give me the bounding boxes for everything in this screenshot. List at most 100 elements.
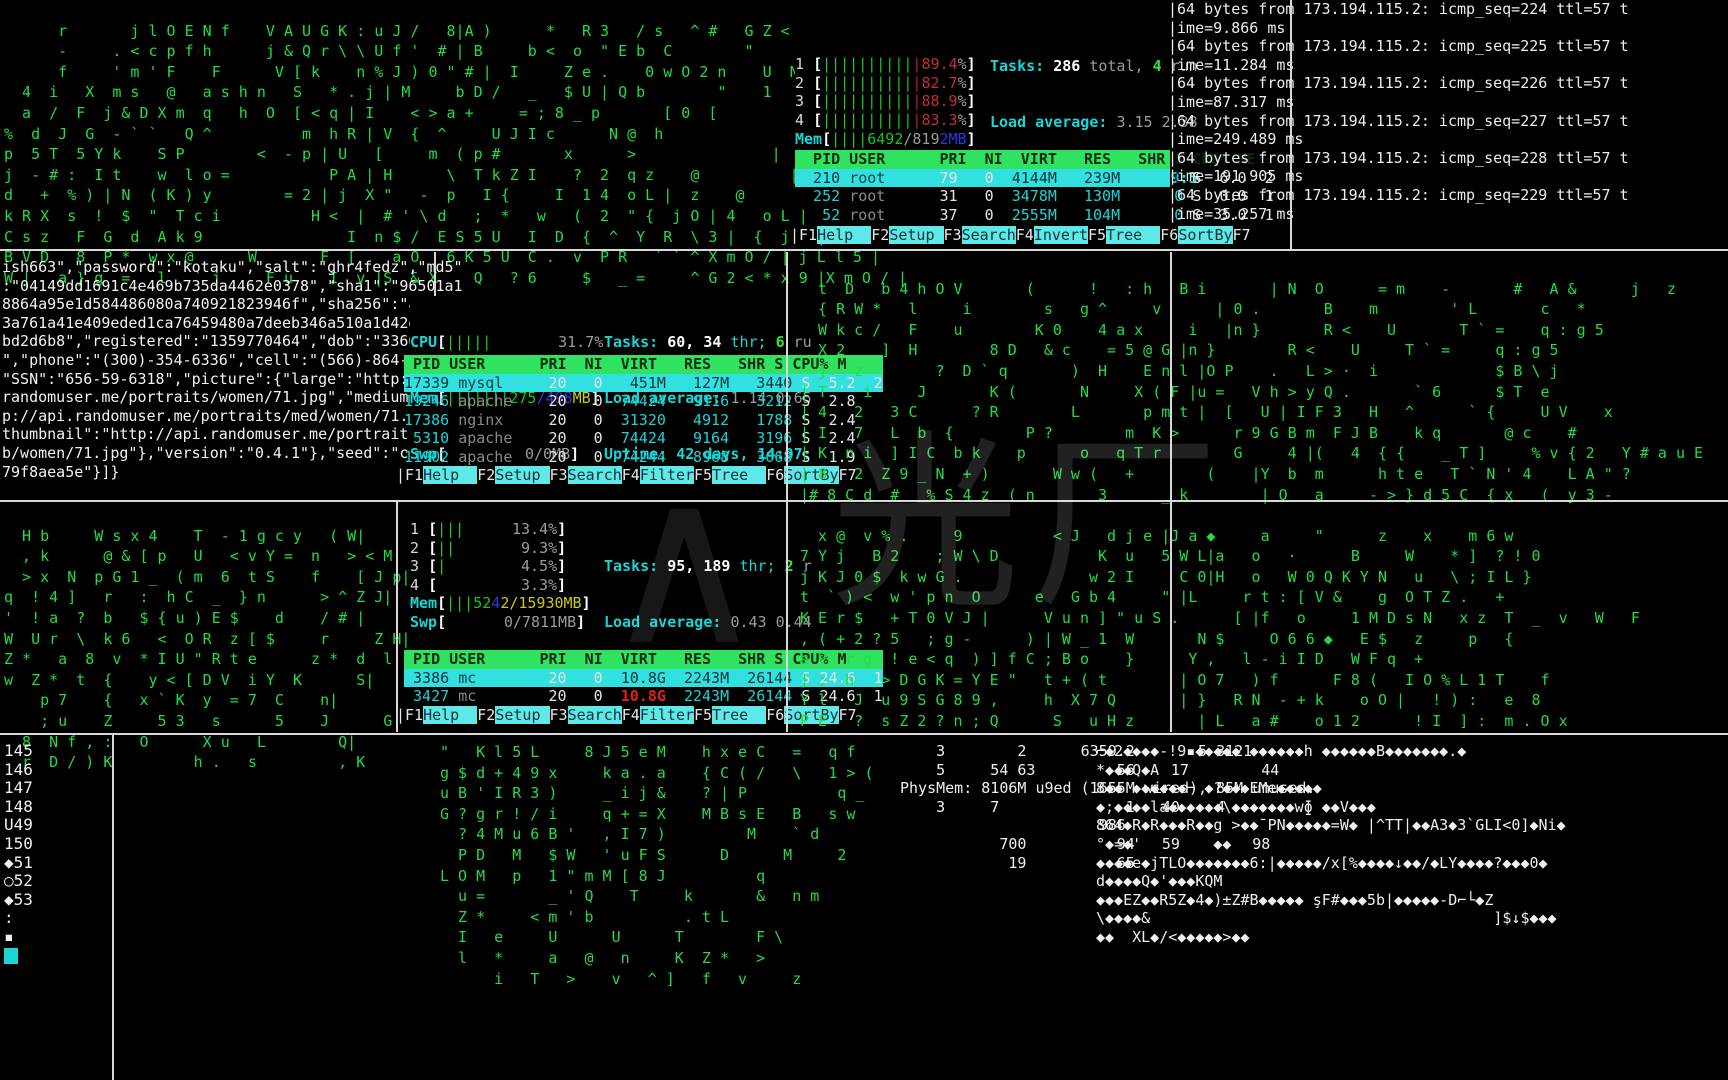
rain-line: P D M $ W ' u F S D M 2 [440, 845, 847, 864]
fkey-f1-key[interactable]: F1 [405, 706, 424, 724]
divider-vert-row1 [1290, 0, 1292, 249]
table-row[interactable]: 252 root 31 0 3478M 130M 0 S 0.0 1 [795, 187, 1274, 206]
matrix-rain-bottom-mid: " K l 5 L 8 J 5 e M h x e C = q f g $ d +… [440, 742, 873, 989]
rain-line: " K l 5 L 8 J 5 e M h x e C = q f [440, 743, 856, 761]
fkey-f4-key[interactable]: F4 [621, 466, 640, 484]
divider-vert-row3-far [1170, 502, 1172, 732]
fkey-f3-key[interactable]: F3 [549, 706, 568, 724]
tasks-running: 4 [1152, 57, 1162, 76]
cpu-meter-3-3: 3 [| 4.5%] [410, 557, 567, 576]
ping-line: |64 bytes from 173.194.115.2: icmp_seq=2… [1168, 185, 1629, 204]
fkey-f7-key[interactable]: F7 [1232, 226, 1251, 244]
divider-vert-row4-left [112, 735, 114, 1080]
ping-line: |64 bytes from 173.194.115.2: icmp_seq=2… [1168, 0, 1629, 18]
cpu-bar: ||||| [446, 333, 492, 352]
ping-line: |ime=249.489 ms [1168, 130, 1304, 149]
rain-line: L O M p 1 " m M [ 8 J q [440, 866, 766, 885]
fkey-f3-key[interactable]: F3 [943, 226, 962, 244]
fkey-f3-label[interactable]: Search [567, 706, 622, 724]
ping-line: |ime=9.866 ms [1168, 18, 1286, 37]
htop-panel-1-table[interactable]: PID USER PRI NI VIRT RES SHR S CPU% ME 2… [795, 150, 1274, 225]
fkey-pipe: | [396, 466, 406, 484]
htop-panel-3: 1 [||| 13.4%] 2 [|| 9.3%] 3 [| 4.5%] 4 [3.3%] M… [410, 520, 591, 632]
tasks-running-2: 6 [775, 333, 785, 352]
line-number: 147 [4, 778, 33, 798]
fkey-f2-key[interactable]: F2 [477, 706, 496, 724]
tasks-total-2: 60, [667, 333, 695, 352]
garbled-line: \◆◆◆◆& ]$↓$◆◆◆ [1096, 909, 1557, 928]
cpu-meter-3-2: 2 [|| 9.3%] [410, 538, 567, 557]
fkey-f4-label[interactable]: Invert [1033, 226, 1089, 244]
garbled-line: 864◆R◆R◆◆◆R◆◆g >◆◆¯PN◆◆◆◆◆=W◆ |^TT|◆◆A3◆… [1096, 816, 1566, 835]
fkey-f3-label[interactable]: Search [961, 226, 1016, 244]
cpu-meter-3-4: 4 [3.3%] [410, 575, 567, 594]
json-line: ","phone":"(300)-354-6336","cell":"(566)… [2, 350, 463, 369]
divider-vert-row3-left [396, 502, 398, 732]
ping-line: |64 bytes from 173.194.115.2: icmp_seq=2… [1168, 37, 1629, 56]
ping-line: |64 bytes from 173.194.115.2: icmp_seq=2… [1168, 148, 1629, 167]
tasks-thr-suffix-2: thr; [730, 333, 767, 352]
fkey-f1-key[interactable]: F1 [799, 226, 818, 244]
line-number-gutter: 145 146 147 148 U49 150 ◆51 ○52 ◆53: ▪ [4, 741, 33, 947]
terminal-cursor[interactable] [4, 948, 18, 964]
fkey-f4-key[interactable]: F4 [621, 706, 640, 724]
fkey-f5-label[interactable]: Tree [712, 706, 767, 724]
fkey-f5-label[interactable]: Tree [1106, 226, 1161, 244]
json-dump-text: ish663","password":"kotaku","salt":"ghr4… [2, 258, 463, 481]
ping-line: |ime=35.257 ms [1168, 204, 1295, 223]
garbled-line: ⌐◆2◆◆◆◆-!9▪◆◆◆◆◆ ◆◆◆◆◆◆h ◆◆◆◆◆◆B◆◆◆◆◆◆◆.… [1096, 742, 1467, 760]
process-table-header: PID USER PRI NI VIRT RES SHR S CPU% ME [795, 150, 1256, 169]
fkey-f3-label[interactable]: Search [567, 466, 622, 484]
divider-row2 [0, 500, 1728, 502]
garbled-line: ◆◆◆EZ◆◆R5Z◆4◆)±Z#B◆◆◆◆◆ şF#◆◆◆5b|◆◆◆◆◆-D… [1096, 890, 1494, 909]
tasks-total-suffix: total, [1089, 57, 1144, 76]
fkey-f5-label[interactable]: Tree [712, 466, 767, 484]
fkey-f2-label[interactable]: Setup [495, 466, 550, 484]
fkey-f5-key[interactable]: F5 [1088, 226, 1107, 244]
tasks-thr-2: 34 [703, 333, 722, 352]
line-number: ▪ [4, 926, 14, 946]
terminal-screen: r j l O E N f V A U G K : u J / 8|A ) * … [0, 0, 1728, 1080]
fkey-f4-label[interactable]: Filter [639, 706, 695, 724]
fkey-f5-key[interactable]: F5 [694, 706, 713, 724]
line-number: U49 [4, 815, 33, 835]
json-line: randomuser.me/portraits/women/71.jpg","m… [2, 388, 463, 407]
json-line: ish663","password":"kotaku","salt":"ghr4… [2, 258, 463, 276]
garbled-line: ◆◆ XL◆/<◆◆◆◆◆>◆◆ [1096, 927, 1250, 946]
garbled-line: ◆;◆◆◆◆la◆◆◆◆◆◆\◆◆◆◆◆◆◆wɸ ◆◆V◆◆◆ [1096, 797, 1376, 816]
fkey-f1-label[interactable]: Help [423, 706, 478, 724]
fkey-f5-key[interactable]: F5 [694, 466, 713, 484]
rain-line: g $ d + 4 9 x k a . a { C ( / \ 1 > ( [440, 763, 874, 782]
fkey-f2-label[interactable]: Setup [495, 706, 550, 724]
fkey-f6-key[interactable]: F6 [766, 706, 785, 724]
fkey-f1-key[interactable]: F1 [405, 466, 424, 484]
fkey-f6-key[interactable]: F6 [766, 466, 785, 484]
fkey-f1-label[interactable]: Help [817, 226, 872, 244]
fkey-f1-label[interactable]: Help [423, 466, 478, 484]
htop-panel-1-fkeys[interactable]: |F1Help F2Setup F3SearchF4InvertF5Tree F… [790, 226, 1251, 245]
json-line: "SSN":"656-59-6318","picture":{"large":"… [2, 369, 463, 388]
ping-line: |ime=87.317 ms [1168, 92, 1295, 111]
fkey-f2-label[interactable]: Setup [889, 226, 944, 244]
table-row[interactable]: 52 root 37 0 2555M 104M 0 S 3.0 1 [795, 206, 1274, 225]
fkey-f2-key[interactable]: F2 [477, 466, 496, 484]
fkey-f2-key[interactable]: F2 [871, 226, 890, 244]
fkey-f4-label[interactable]: Filter [639, 466, 695, 484]
fkey-f4-key[interactable]: F4 [1015, 226, 1034, 244]
ping-line: |ime=191.905 ms [1168, 167, 1304, 186]
tasks-total-3: 95, [667, 557, 695, 576]
fkey-f6-label[interactable]: SortBy [1178, 226, 1233, 244]
line-number: 146 [4, 759, 33, 779]
garbled-line: °◆=◆' ◆◆ [1096, 834, 1232, 853]
fkey-f3-key[interactable]: F3 [549, 466, 568, 484]
tasks-label: Tasks: [990, 57, 1045, 76]
line-number: 145 [4, 741, 33, 760]
table-row[interactable]: 210 root 79 0 4144M 239M 0 S 6.0 2 [795, 168, 1274, 188]
json-line: p://api.randomuser.me/portraits/med/wome… [2, 406, 463, 425]
rain-line: ? 4 M u 6 B ' , I 7 ) M ` d [440, 825, 820, 844]
tasks-label-2: Tasks: [604, 333, 659, 352]
matrix-rain-row3-left: H b W s x 4 T - 1 g c y ( W| , k @ & [ p… [4, 526, 411, 772]
line-number: : [4, 908, 14, 928]
fkey-f6-key[interactable]: F6 [1160, 226, 1179, 244]
cpu-pct: 31.7% [558, 333, 604, 352]
